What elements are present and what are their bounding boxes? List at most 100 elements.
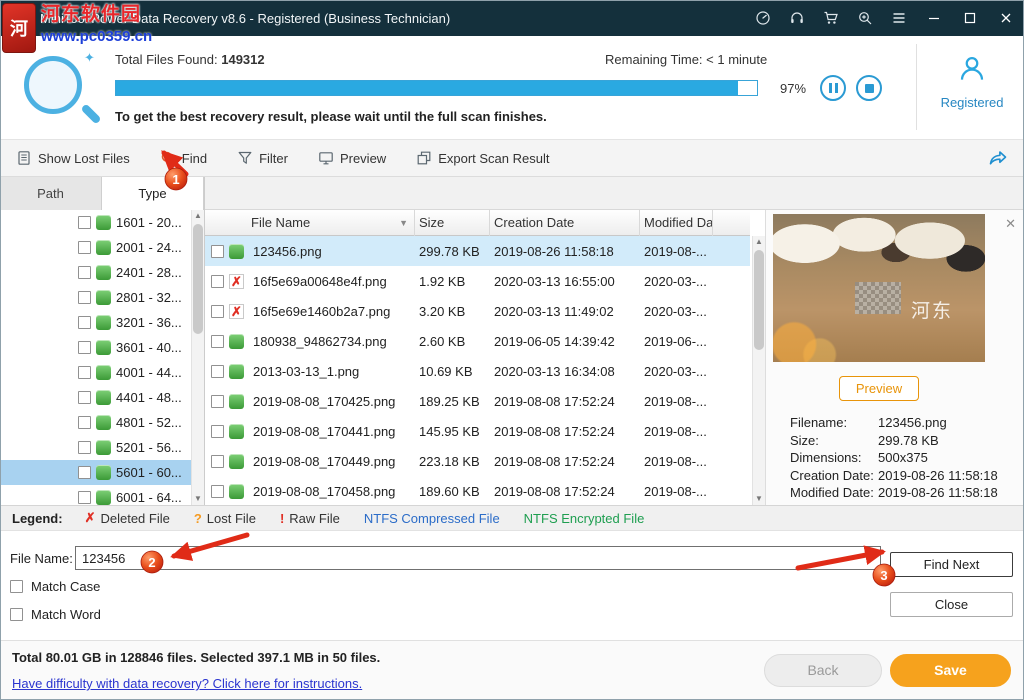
scrollbar-thumb[interactable]	[754, 250, 764, 350]
row-checkbox[interactable]	[211, 425, 224, 438]
preview-close-icon[interactable]: ✕	[1005, 216, 1016, 232]
menu-icon[interactable]	[882, 0, 916, 36]
scroll-up-arrow[interactable]: ▲	[753, 236, 765, 248]
table-row[interactable]: 2019-08-08_170441.png 145.95 KB 2019-08-…	[205, 416, 750, 446]
scroll-up-arrow[interactable]: ▲	[192, 210, 204, 222]
item-checkbox[interactable]	[78, 216, 91, 229]
tree-item[interactable]: 5201 - 56...	[0, 435, 204, 460]
row-checkbox[interactable]	[211, 305, 224, 318]
file-modified: 2019-08-...	[640, 394, 713, 409]
legend-label: Raw File	[289, 511, 340, 526]
close-button[interactable]	[988, 0, 1024, 36]
minimize-button[interactable]	[916, 0, 952, 36]
item-checkbox[interactable]	[78, 291, 91, 304]
table-scrollbar[interactable]: ▲ ▼	[752, 236, 765, 505]
tree-item[interactable]: 4001 - 44...	[0, 360, 204, 385]
table-row[interactable]: ✗ 16f5e69a00648e4f.png 1.92 KB 2020-03-1…	[205, 266, 750, 296]
table-row[interactable]: 180938_94862734.png 2.60 KB 2019-06-05 1…	[205, 326, 750, 356]
match-case-checkbox[interactable]	[10, 580, 23, 593]
toolbar-button-preview[interactable]: Preview	[318, 150, 386, 166]
match-word-checkbox[interactable]	[10, 608, 23, 621]
item-checkbox[interactable]	[78, 266, 91, 279]
item-checkbox[interactable]	[78, 441, 91, 454]
toolbar-button-find[interactable]: Find	[160, 150, 207, 166]
tree-item[interactable]: 4801 - 52...	[0, 410, 204, 435]
find-next-button[interactable]: Find Next	[890, 552, 1013, 577]
item-checkbox[interactable]	[78, 491, 91, 504]
row-checkbox[interactable]	[211, 395, 224, 408]
scroll-down-arrow[interactable]: ▼	[192, 493, 204, 505]
item-checkbox[interactable]	[78, 466, 91, 479]
table-row[interactable]: 2019-08-08_170449.png 223.18 KB 2019-08-…	[205, 446, 750, 476]
tree-item[interactable]: 3601 - 40...	[0, 335, 204, 360]
detail-row: Creation Date: 2019-08-26 11:58:18	[790, 467, 1018, 485]
scan-message: To get the best recovery result, please …	[115, 109, 547, 124]
column-creation-date[interactable]: Creation Date	[490, 210, 640, 236]
zoom-icon[interactable]	[848, 0, 882, 36]
file-type-icon	[96, 215, 111, 230]
tree-item[interactable]: 2001 - 24...	[0, 235, 204, 260]
tree-item-label: 3201 - 36...	[116, 315, 182, 330]
tree-item[interactable]: 2401 - 28...	[0, 260, 204, 285]
row-checkbox[interactable]	[211, 365, 224, 378]
tree-item[interactable]: 6001 - 64...	[0, 485, 204, 505]
row-checkbox[interactable]	[211, 245, 224, 258]
file-name-input[interactable]	[75, 546, 881, 570]
table-row[interactable]: 123456.png 299.78 KB 2019-08-26 11:58:18…	[205, 236, 750, 266]
preview-button[interactable]: Preview	[839, 376, 919, 401]
item-checkbox[interactable]	[78, 341, 91, 354]
tree-item[interactable]: 5601 - 60...	[0, 460, 204, 485]
row-checkbox[interactable]	[211, 335, 224, 348]
column-modified-date[interactable]: Modified Dat...	[640, 210, 713, 236]
support-headset-icon[interactable]	[780, 0, 814, 36]
toolbar-button-filter[interactable]: Filter	[237, 150, 288, 166]
save-button[interactable]: Save	[890, 654, 1011, 687]
selection-summary: Total 80.01 GB in 128846 files. Selected…	[12, 650, 380, 665]
row-checkbox[interactable]	[211, 485, 224, 498]
progress-percent: 97%	[780, 81, 806, 96]
registered-account[interactable]: Registered	[928, 54, 1016, 110]
file-modified: 2020-03-...	[640, 364, 713, 379]
performance-icon[interactable]	[746, 0, 780, 36]
file-name: 16f5e69e1460b2a7.png	[247, 304, 415, 319]
item-checkbox[interactable]	[78, 366, 91, 379]
tree-item[interactable]: 4401 - 48...	[0, 385, 204, 410]
censor-block	[855, 282, 901, 314]
tab-path[interactable]: Path	[0, 177, 102, 210]
row-checkbox[interactable]	[211, 275, 224, 288]
stop-scan-button[interactable]	[856, 75, 882, 101]
scan-progress-bar	[115, 80, 758, 96]
item-checkbox[interactable]	[78, 316, 91, 329]
tree-item[interactable]: 1601 - 20...	[0, 210, 204, 235]
pause-scan-button[interactable]	[820, 75, 846, 101]
column-file-name[interactable]: File Name▼	[247, 210, 415, 236]
column-size[interactable]: Size	[415, 210, 490, 236]
table-row[interactable]: 2013-03-13_1.png 10.69 KB 2020-03-13 16:…	[205, 356, 750, 386]
detail-row: Modified Date: 2019-08-26 11:58:18	[790, 484, 1018, 502]
back-button[interactable]: Back	[764, 654, 882, 687]
table-row[interactable]: 2019-08-08_170458.png 189.60 KB 2019-08-…	[205, 476, 750, 505]
help-link[interactable]: Have difficulty with data recovery? Clic…	[12, 676, 362, 691]
tree-scrollbar[interactable]: ▲ ▼	[191, 210, 204, 505]
tree-item[interactable]: 3201 - 36...	[0, 310, 204, 335]
table-row[interactable]: 2019-08-08_170425.png 189.25 KB 2019-08-…	[205, 386, 750, 416]
toolbar-items: Show Lost Files Find Filter Preview Expo…	[16, 150, 549, 166]
item-checkbox[interactable]	[78, 416, 91, 429]
table-row[interactable]: ✗ 16f5e69e1460b2a7.png 3.20 KB 2020-03-1…	[205, 296, 750, 326]
file-icon	[229, 244, 247, 259]
tree-item[interactable]: 2801 - 32...	[0, 285, 204, 310]
scroll-down-arrow[interactable]: ▼	[753, 493, 765, 505]
file-modified: 2019-06-...	[640, 334, 713, 349]
item-checkbox[interactable]	[78, 391, 91, 404]
toolbar-button-show-lost-files[interactable]: Show Lost Files	[16, 150, 130, 166]
share-icon[interactable]	[988, 148, 1010, 170]
scrollbar-thumb[interactable]	[193, 224, 203, 334]
close-find-button[interactable]: Close	[890, 592, 1013, 617]
item-checkbox[interactable]	[78, 241, 91, 254]
toolbar-button-export-scan-result[interactable]: Export Scan Result	[416, 150, 549, 166]
file-icon	[229, 364, 247, 379]
tab-type[interactable]: Type	[102, 177, 204, 210]
row-checkbox[interactable]	[211, 455, 224, 468]
maximize-button[interactable]	[952, 0, 988, 36]
cart-icon[interactable]	[814, 0, 848, 36]
